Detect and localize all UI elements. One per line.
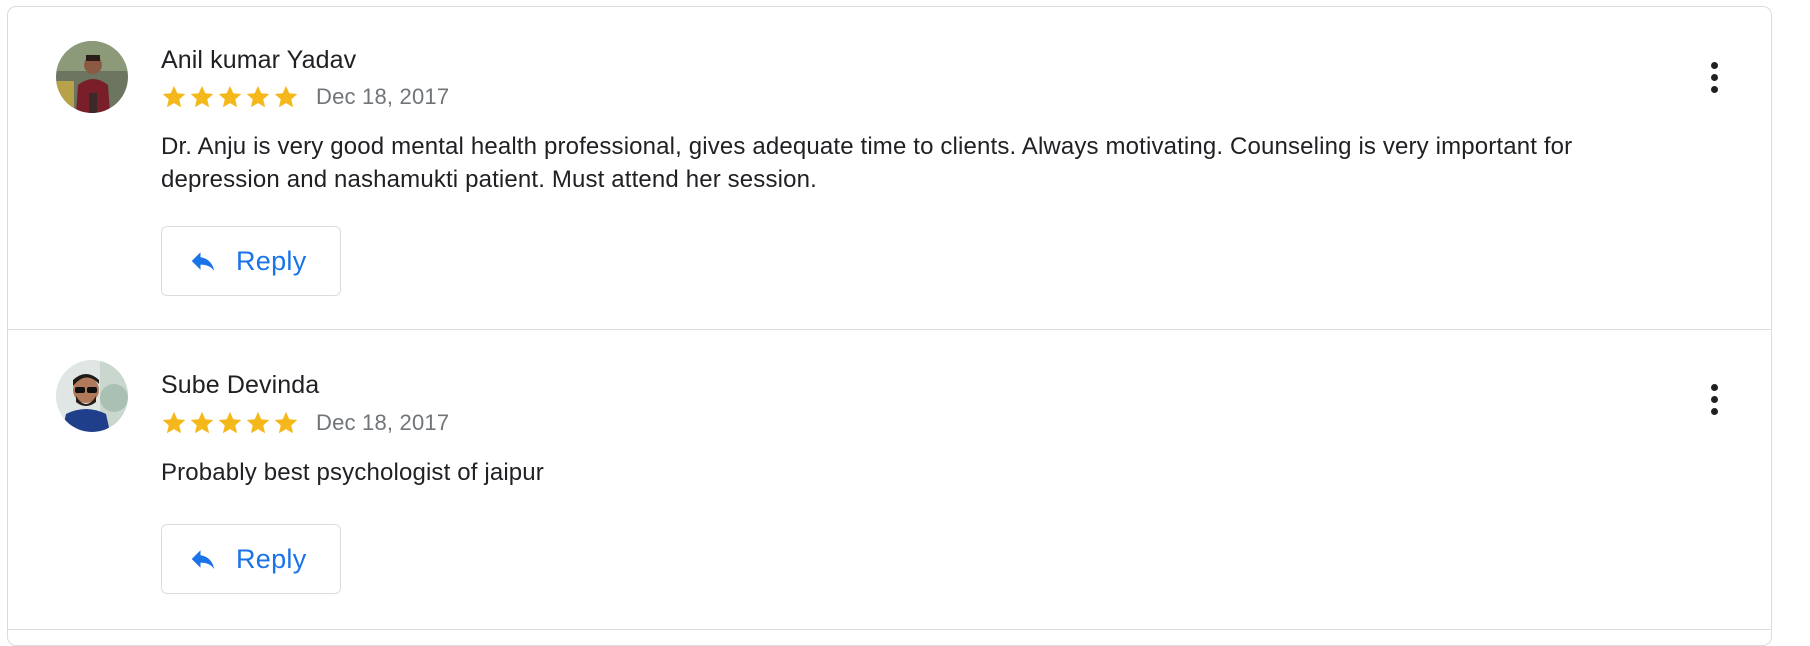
reply-button[interactable]: Reply (161, 226, 341, 296)
star-icon (274, 411, 298, 434)
star-icon (190, 85, 214, 108)
reply-label: Reply (236, 543, 307, 574)
star-icon (190, 411, 214, 434)
star-icon (218, 411, 242, 434)
review-meta: Dec 18, 2017 (160, 409, 449, 437)
review-item: Sube Devinda Dec 18, 2017 Probably best … (8, 330, 1771, 630)
reply-arrow-icon (191, 550, 215, 569)
more-options-button[interactable] (1701, 55, 1727, 99)
star-icon (162, 411, 186, 434)
reply-button[interactable]: Reply (161, 524, 341, 594)
star-icon (274, 85, 298, 108)
star-icon (246, 85, 270, 108)
review-date: Dec 18, 2017 (316, 84, 450, 109)
reviews-card: Anil kumar Yadav Dec 18, 2017 Dr. Anju i… (7, 6, 1772, 646)
more-options-button[interactable] (1701, 377, 1727, 421)
star-icon (218, 85, 242, 108)
reviewer-name[interactable]: Anil kumar Yadav (161, 46, 356, 75)
star-icon (162, 85, 186, 108)
review-date: Dec 18, 2017 (316, 410, 450, 435)
review-text: Dr. Anju is very good mental health prof… (161, 133, 1573, 193)
star-rating (160, 83, 300, 111)
review-item: Anil kumar Yadav Dec 18, 2017 Dr. Anju i… (8, 7, 1771, 330)
reply-label: Reply (236, 245, 307, 276)
more-vertical-icon (1710, 383, 1718, 391)
review-meta: Dec 18, 2017 (160, 83, 449, 111)
more-vertical-icon (1710, 61, 1718, 69)
reply-arrow-icon (191, 252, 215, 271)
reviewer-avatar[interactable] (56, 360, 128, 432)
star-icon (246, 411, 270, 434)
reviewer-avatar[interactable] (56, 41, 128, 113)
reviewer-name[interactable]: Sube Devinda (161, 371, 319, 400)
review-text: Probably best psychologist of jaipur (161, 459, 544, 486)
star-rating (160, 409, 300, 437)
